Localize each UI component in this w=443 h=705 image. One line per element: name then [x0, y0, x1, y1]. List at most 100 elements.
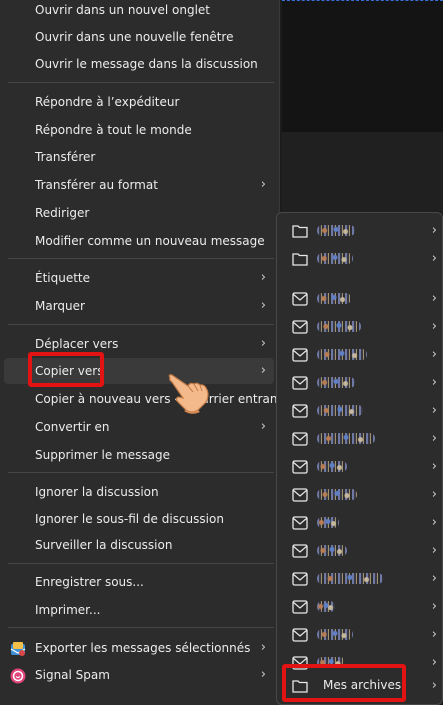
chevron-right-icon: ›: [431, 251, 437, 266]
chevron-right-icon: ›: [431, 223, 437, 238]
menu-item-forward-as[interactable]: Transférer au format ›: [4, 172, 274, 198]
background-pane: [282, 132, 443, 214]
chevron-right-icon: ›: [431, 403, 437, 418]
folder-item[interactable]: ›: [283, 245, 441, 272]
menu-item-delete[interactable]: Supprimer le message: [4, 442, 274, 468]
chevron-right-icon: ›: [260, 640, 266, 655]
menu-item-print[interactable]: Imprimer...: [4, 597, 274, 623]
account-folder-item[interactable]: ›: [283, 425, 441, 452]
chevron-right-icon: ›: [431, 599, 437, 614]
menu-separator: [8, 472, 274, 473]
menu-item-label: Signal Spam: [35, 668, 110, 682]
menu-item-label: Enregistrer sous...: [35, 575, 144, 589]
account-folder-item[interactable]: ›: [283, 341, 441, 368]
account-folder-item[interactable]: ›: [283, 509, 441, 536]
menu-item-copy-again[interactable]: Copier à nouveau vers « Courrier entrant…: [4, 386, 293, 412]
menu-item-export-selected[interactable]: Exporter les messages sélectionnés ›: [4, 635, 274, 661]
menu-item-watch-thread[interactable]: Surveiller la discussion: [4, 532, 274, 558]
highlight-box-mes-archives: [282, 664, 406, 702]
folder-name-redacted: [317, 405, 363, 416]
menu-item-label: Répondre à l’expéditeur: [35, 95, 180, 109]
signal-spam-icon: [10, 667, 26, 684]
folder-icon: [292, 251, 308, 266]
account-folder-icon: [292, 487, 308, 502]
menu-item-label: Surveiller la discussion: [35, 538, 173, 552]
account-folder-icon: [292, 543, 308, 558]
menu-item-mark[interactable]: Marquer ›: [4, 293, 274, 319]
account-folder-item[interactable]: ›: [283, 369, 441, 396]
folder-name-redacted: [317, 573, 383, 584]
folder-name-redacted: [317, 293, 351, 304]
account-folder-item[interactable]: ›: [283, 397, 441, 424]
chevron-right-icon: ›: [260, 177, 266, 192]
menu-item-save-as[interactable]: Enregistrer sous...: [4, 569, 274, 595]
chevron-right-icon: ›: [431, 543, 437, 558]
menu-item-open-in-conversation[interactable]: Ouvrir le message dans la discussion: [4, 51, 274, 77]
menu-item-label: Convertir en: [35, 420, 110, 434]
menu-item-label: Étiquette: [35, 271, 91, 285]
account-folder-item[interactable]: ›: [283, 453, 441, 480]
chevron-right-icon: ›: [260, 419, 266, 434]
account-folder-item[interactable]: ›: [283, 621, 441, 648]
menu-item-reply-sender[interactable]: Répondre à l’expéditeur: [4, 89, 274, 115]
pointer-hand-icon: [166, 372, 212, 414]
account-folder-icon: [292, 627, 308, 642]
chevron-right-icon: ›: [431, 431, 437, 446]
folder-name-redacted: [317, 253, 353, 264]
menu-item-edit-as-new[interactable]: Modifier comme un nouveau message: [4, 228, 274, 254]
account-folder-icon: [292, 431, 308, 446]
menu-item-label: Supprimer le message: [35, 448, 171, 462]
menu-item-tag[interactable]: Étiquette ›: [4, 265, 274, 291]
chevron-right-icon: ›: [431, 375, 437, 390]
folder-name-redacted: [317, 461, 347, 472]
chevron-right-icon: ›: [260, 298, 266, 313]
folder-icon: [292, 223, 308, 238]
chevron-right-icon: ›: [260, 363, 266, 378]
account-folder-item[interactable]: ›: [283, 481, 441, 508]
folder-name-redacted: [317, 629, 353, 640]
menu-item-label: Ouvrir le message dans la discussion: [35, 57, 258, 71]
account-folder-icon: [292, 403, 308, 418]
folder-name-redacted: [317, 517, 339, 528]
menu-item-signal-spam[interactable]: Signal Spam ›: [4, 662, 274, 688]
account-folder-item[interactable]: ›: [283, 537, 441, 564]
menu-item-label: Rediriger: [35, 206, 90, 220]
menu-item-ignore-subthread[interactable]: Ignorer le sous-fil de discussion: [4, 506, 274, 532]
chevron-right-icon: ›: [431, 678, 437, 693]
account-folder-icon: [292, 375, 308, 390]
account-folder-icon: [292, 291, 308, 306]
account-folder-icon: [292, 459, 308, 474]
folder-item[interactable]: ›: [283, 217, 441, 244]
chevron-right-icon: ›: [260, 667, 266, 682]
chevron-right-icon: ›: [431, 459, 437, 474]
account-folder-icon: [292, 515, 308, 530]
chevron-right-icon: ›: [431, 319, 437, 334]
export-messages-icon: [10, 640, 26, 656]
account-folder-icon: [292, 571, 308, 586]
account-folder-item[interactable]: ›: [283, 565, 441, 592]
menu-item-label: Transférer au format: [35, 178, 158, 192]
menu-item-label: Répondre à tout le monde: [35, 123, 192, 137]
menu-item-reply-all[interactable]: Répondre à tout le monde: [4, 117, 274, 143]
account-folder-item[interactable]: ›: [283, 593, 441, 620]
menu-item-label: Exporter les messages sélectionnés: [35, 641, 251, 655]
menu-item-label: Ouvrir dans un nouvel onglet: [35, 3, 211, 17]
menu-separator: [8, 258, 274, 259]
menu-separator: [8, 627, 274, 628]
menu-item-label: Imprimer...: [35, 603, 101, 617]
account-folder-item[interactable]: ›: [283, 285, 441, 312]
menu-item-open-new-tab[interactable]: Ouvrir dans un nouvel onglet: [4, 0, 274, 23]
menu-item-label: Modifier comme un nouveau message: [35, 234, 265, 248]
background-window: [282, 0, 443, 133]
menu-separator: [8, 324, 274, 325]
menu-item-convert-to[interactable]: Convertir en ›: [4, 414, 274, 440]
folder-name-redacted: [317, 349, 367, 360]
menu-item-forward[interactable]: Transférer: [4, 144, 274, 170]
copy-to-submenu: › › › › › › › › › › › › › › › › Mes arch…: [276, 212, 443, 705]
account-folder-item[interactable]: ›: [283, 313, 441, 340]
menu-item-open-new-window[interactable]: Ouvrir dans une nouvelle fenêtre: [4, 24, 274, 50]
chevron-right-icon: ›: [260, 336, 266, 351]
highlight-box-copy-to: [28, 352, 104, 387]
menu-item-ignore-thread[interactable]: Ignorer la discussion: [4, 479, 274, 505]
menu-item-redirect[interactable]: Rediriger: [4, 200, 274, 226]
